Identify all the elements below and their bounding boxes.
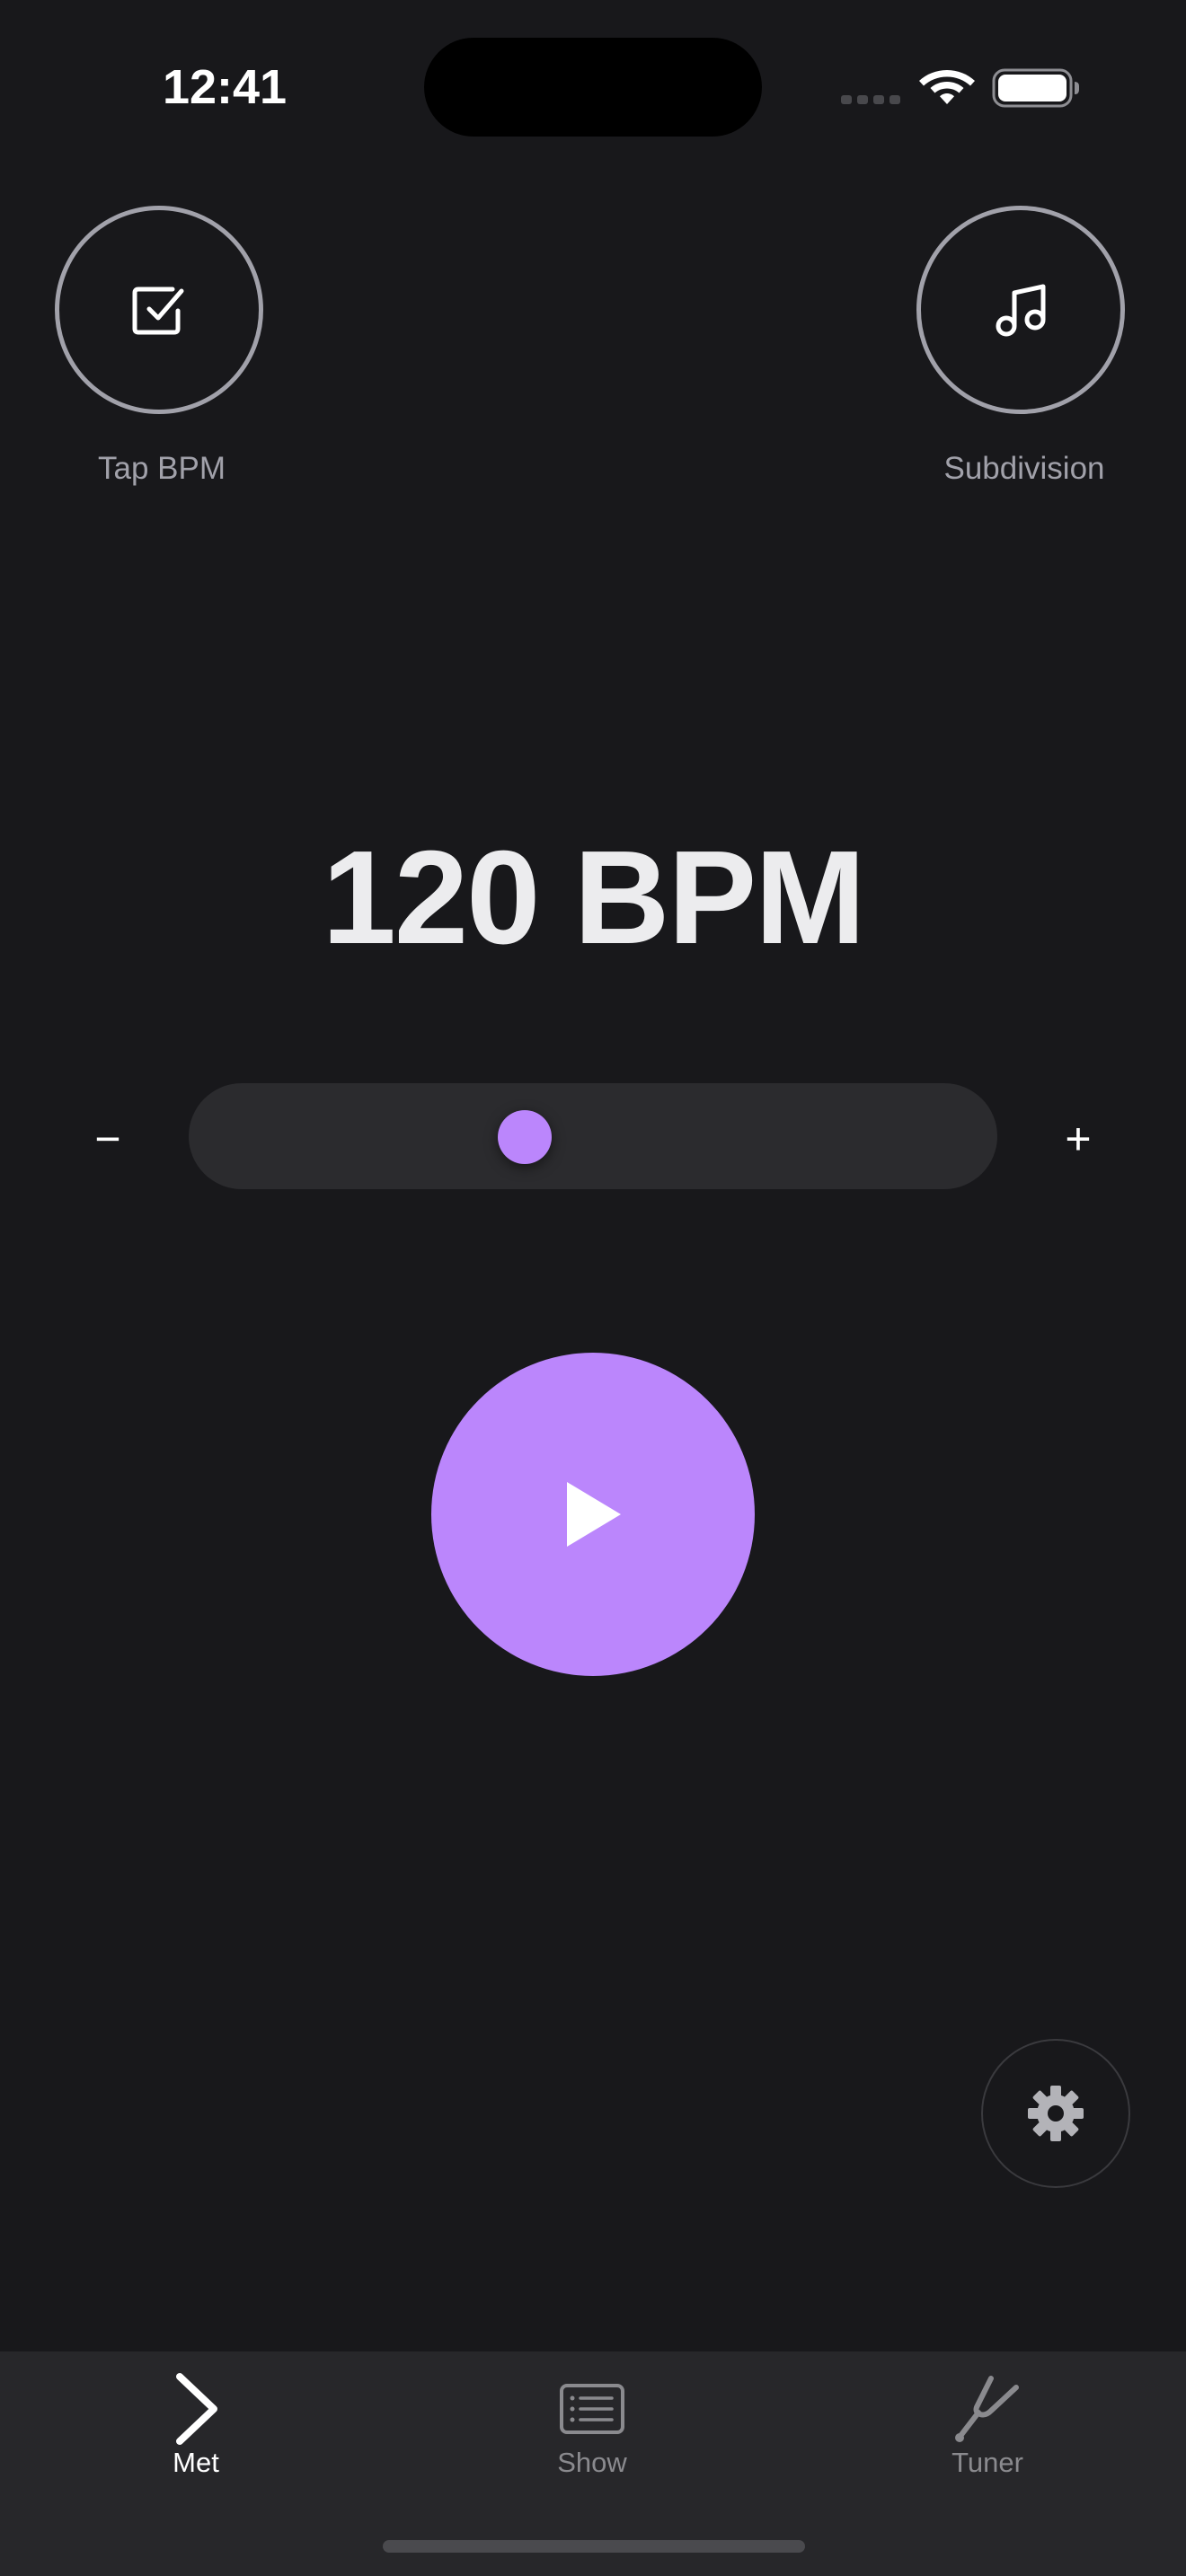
- gear-icon: [1028, 2086, 1084, 2141]
- home-indicator: [383, 2540, 805, 2553]
- tab-met[interactable]: Met: [88, 2353, 304, 2497]
- cellular-signal-icon: [841, 95, 900, 104]
- checkbox-icon: [132, 287, 184, 335]
- subdivision-label: Subdivision: [943, 451, 1105, 486]
- music-note-icon: [996, 284, 1046, 337]
- tap-bpm-label: Tap BPM: [98, 451, 226, 486]
- status-time: 12:41: [162, 60, 288, 114]
- increase-bpm-button[interactable]: +: [1042, 1103, 1114, 1175]
- wifi-icon: [919, 70, 975, 104]
- decrease-bpm-button[interactable]: −: [72, 1103, 144, 1175]
- chevron-right-icon: [176, 2373, 217, 2445]
- tab-met-label: Met: [173, 2447, 219, 2478]
- bpm-slider-thumb[interactable]: [497, 1110, 552, 1164]
- tab-show[interactable]: Show: [484, 2353, 700, 2497]
- subdivision-button[interactable]: [916, 206, 1125, 414]
- tuning-fork-icon: [955, 2376, 1019, 2442]
- settings-button[interactable]: [981, 2039, 1130, 2188]
- tab-tuner[interactable]: Tuner: [880, 2353, 1095, 2497]
- tab-tuner-label: Tuner: [951, 2447, 1023, 2478]
- tap-bpm-button[interactable]: [55, 206, 263, 414]
- battery-icon: [992, 68, 1079, 108]
- play-button[interactable]: [431, 1353, 755, 1676]
- list-icon: [560, 2384, 624, 2434]
- play-icon: [567, 1482, 621, 1547]
- bpm-display: 120 BPM: [322, 824, 866, 972]
- dynamic-island: [424, 38, 762, 137]
- bpm-slider-track[interactable]: [189, 1083, 997, 1189]
- tab-show-label: Show: [557, 2447, 627, 2478]
